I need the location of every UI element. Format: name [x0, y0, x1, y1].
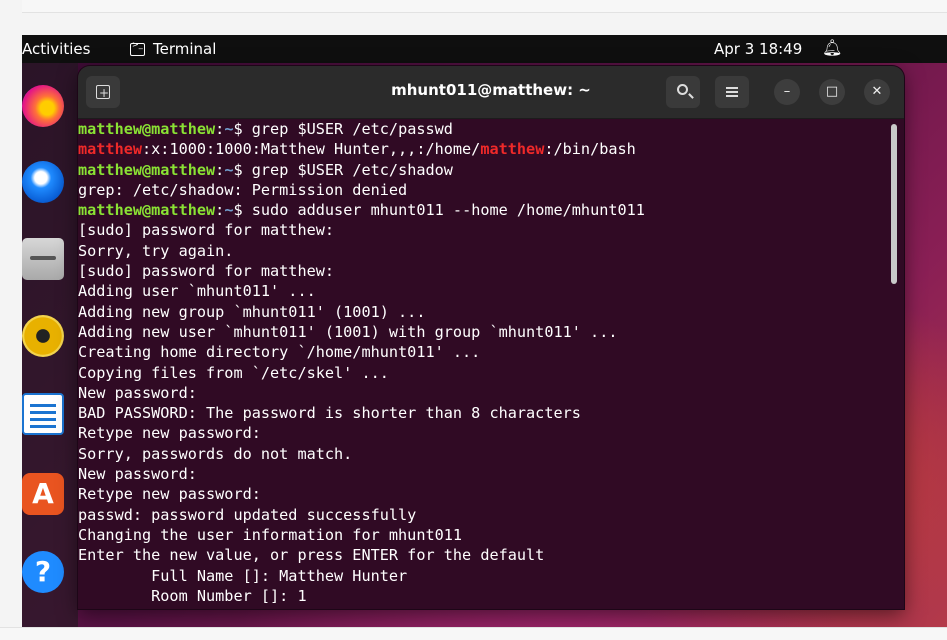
output-text: Adding new user `mhunt011' (1001) with g… — [78, 322, 618, 341]
app-menu[interactable]: Terminal — [130, 40, 216, 58]
terminal-line: Retype new password: — [78, 484, 890, 504]
command-text: grep $USER /etc/passwd — [251, 120, 453, 138]
terminal-line: Room Number []: 1 — [78, 586, 890, 606]
prompt-symbol: $ — [233, 160, 252, 179]
command-text: grep $USER /etc/shadow — [251, 160, 453, 179]
clock[interactable]: Apr 3 18:49 — [714, 40, 802, 58]
output-text: grep: /etc/shadow: Permission denied — [78, 180, 408, 199]
output-text: [sudo] password for matthew: — [78, 262, 335, 281]
prompt-separator: : — [215, 201, 225, 220]
terminal-line: Creating home directory `/home/mhunt011'… — [78, 342, 890, 362]
output-text: Changing the user information for mhunt0… — [78, 525, 463, 544]
terminal-line: [sudo] password for matthew: — [78, 220, 890, 240]
terminal-line: grep: /etc/shadow: Permission denied — [78, 180, 890, 200]
output-text: Copying files from `/etc/skel' ... — [78, 363, 389, 382]
prompt-separator: : — [215, 160, 225, 179]
prompt-symbol: $ — [233, 201, 252, 220]
output-text: Retype new password: — [78, 485, 261, 504]
close-button[interactable]: ✕ — [864, 79, 890, 105]
app-name: Terminal — [153, 40, 217, 58]
app-center-icon[interactable]: A — [22, 473, 64, 515]
help-icon[interactable]: ? — [22, 551, 64, 593]
terminal-line: Changing the user information for mhunt0… — [78, 525, 890, 545]
thunderbird-icon[interactable] — [22, 161, 64, 203]
maximize-button[interactable]: □ — [819, 79, 845, 105]
terminal-line: matthew@matthew:~$ grep $USER /etc/passw… — [78, 119, 890, 139]
screenshot-left-margin — [0, 0, 22, 639]
screenshot-bottom-margin — [0, 627, 947, 640]
output-text: Adding user `mhunt011' ... — [78, 282, 316, 301]
dock: A ? — [22, 63, 78, 627]
output-text: [sudo] password for matthew: — [78, 221, 335, 240]
libreoffice-writer-icon[interactable] — [22, 393, 64, 435]
terminal-output[interactable]: matthew@matthew:~$ grep $USER /etc/passw… — [78, 119, 890, 609]
prompt-user: matthew@matthew — [78, 160, 216, 179]
title-bar[interactable]: mhunt011@matthew: ~ – □ ✕ — [78, 66, 904, 119]
output-text: New password: — [78, 465, 197, 484]
output-text: Full Name []: Matthew Hunter — [78, 566, 408, 585]
terminal-line: New password: — [78, 464, 890, 484]
rhythmbox-icon[interactable] — [22, 315, 64, 357]
terminal-line: passwd: password updated successfully — [78, 505, 890, 525]
terminal-line: Adding new user `mhunt011' (1001) with g… — [78, 322, 890, 342]
output-text: :x:1000:1000:Matthew Hunter,,,:/home/ — [142, 140, 481, 159]
prompt-separator: : — [215, 120, 225, 138]
files-icon[interactable] — [22, 238, 64, 280]
notification-bell-icon[interactable]: 🔔︎ — [822, 38, 842, 57]
terminal-line: Full Name []: Matthew Hunter — [78, 566, 890, 586]
top-bar: Activities Terminal Apr 3 18:49 🔔︎ — [22, 35, 947, 63]
terminal-line: Retype new password: — [78, 423, 890, 443]
output-text: Retype new password: — [78, 424, 261, 443]
scrollbar[interactable] — [891, 124, 897, 284]
output-text: :/bin/bash — [544, 140, 636, 159]
terminal-window[interactable]: mhunt011@matthew: ~ – □ ✕ matthew@matthe… — [78, 66, 904, 609]
terminal-line: matthew@matthew:~$ sudo adduser mhunt011… — [78, 200, 890, 220]
output-text: Adding new group `mhunt011' (1001) ... — [78, 302, 426, 321]
terminal-line: BAD PASSWORD: The password is shorter th… — [78, 403, 890, 423]
search-icon — [677, 84, 688, 95]
terminal-line: Adding new group `mhunt011' (1001) ... — [78, 302, 890, 322]
minimize-button[interactable]: – — [774, 79, 800, 105]
output-text: BAD PASSWORD: The password is shorter th… — [78, 404, 581, 423]
terminal-line: Enter the new value, or press ENTER for … — [78, 545, 890, 565]
output-text: Sorry, passwords do not match. — [78, 444, 353, 463]
terminal-line: Copying files from `/etc/skel' ... — [78, 363, 890, 383]
terminal-line: Sorry, try again. — [78, 241, 890, 261]
output-text: Enter the new value, or press ENTER for … — [78, 546, 545, 565]
hamburger-menu-icon — [726, 87, 738, 89]
terminal-line: Sorry, passwords do not match. — [78, 444, 890, 464]
terminal-icon — [130, 40, 145, 56]
prompt-symbol: $ — [233, 120, 252, 138]
grep-match: matthew — [480, 140, 545, 159]
output-text: Sorry, try again. — [78, 241, 234, 260]
menu-button[interactable] — [715, 76, 749, 108]
activities-button[interactable]: Activities — [22, 40, 90, 58]
output-text: Room Number []: 1 — [78, 586, 307, 605]
prompt-user: matthew@matthew — [78, 201, 216, 220]
terminal-line: Adding user `mhunt011' ... — [78, 281, 890, 301]
grep-match: matthew — [78, 140, 143, 159]
screenshot-top-margin — [0, 0, 947, 13]
terminal-line: New password: — [78, 383, 890, 403]
terminal-line: [sudo] password for matthew: — [78, 261, 890, 281]
output-text: Creating home directory `/home/mhunt011'… — [78, 343, 481, 362]
output-text: passwd: password updated successfully — [78, 505, 417, 524]
prompt-user: matthew@matthew — [78, 120, 216, 138]
search-button[interactable] — [666, 76, 700, 108]
terminal-line: matthew:x:1000:1000:Matthew Hunter,,,:/h… — [78, 139, 890, 159]
output-text: New password: — [78, 383, 197, 402]
command-text: sudo adduser mhunt011 --home /home/mhunt… — [251, 201, 645, 220]
terminal-line: matthew@matthew:~$ grep $USER /etc/shado… — [78, 160, 890, 180]
firefox-icon[interactable] — [22, 85, 64, 127]
